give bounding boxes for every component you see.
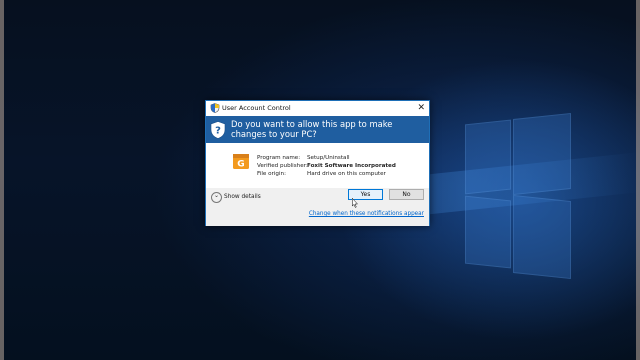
svg-text:G: G bbox=[237, 160, 244, 170]
uac-shield-icon: ? bbox=[210, 121, 226, 139]
svg-text:?: ? bbox=[215, 126, 221, 137]
show-details-label: Show details bbox=[224, 194, 261, 200]
program-info: G Program name: Verified publisher: File… bbox=[206, 143, 429, 188]
program-name-value: Setup/Uninstall bbox=[307, 155, 350, 161]
screen-edge-left bbox=[0, 0, 4, 360]
dialog-titlebar: User Account Control ✕ bbox=[206, 101, 429, 116]
verified-publisher-value: Foxit Software Incorporated bbox=[307, 163, 396, 169]
question-text: Do you want to allow this app to make ch… bbox=[231, 119, 393, 139]
program-name-label: Program name: bbox=[257, 155, 301, 161]
screen-edge-right bbox=[636, 0, 640, 360]
change-notifications-link[interactable]: Change when these notifications appear bbox=[309, 211, 424, 217]
mouse-cursor-icon bbox=[352, 198, 358, 208]
question-banner: ? Do you want to allow this app to make … bbox=[206, 116, 429, 143]
uac-shield-icon bbox=[210, 103, 220, 113]
dialog-footer: ⌄ Show details Yes No Change when these … bbox=[206, 188, 429, 226]
windows-logo bbox=[455, 110, 575, 280]
verified-publisher-label: Verified publisher: bbox=[257, 163, 308, 169]
no-button[interactable]: No bbox=[389, 189, 424, 200]
foxit-app-icon: G bbox=[233, 154, 249, 170]
chevron-down-icon: ⌄ bbox=[211, 192, 222, 203]
close-icon[interactable]: ✕ bbox=[417, 102, 425, 114]
dialog-title: User Account Control bbox=[222, 104, 291, 112]
file-origin-value: Hard drive on this computer bbox=[307, 171, 386, 177]
uac-dialog: User Account Control ✕ ? Do you want to … bbox=[205, 100, 430, 226]
field-values: Setup/Uninstall Foxit Software Incorpora… bbox=[307, 154, 396, 178]
field-labels: Program name: Verified publisher: File o… bbox=[257, 154, 308, 178]
file-origin-label: File origin: bbox=[257, 171, 286, 177]
